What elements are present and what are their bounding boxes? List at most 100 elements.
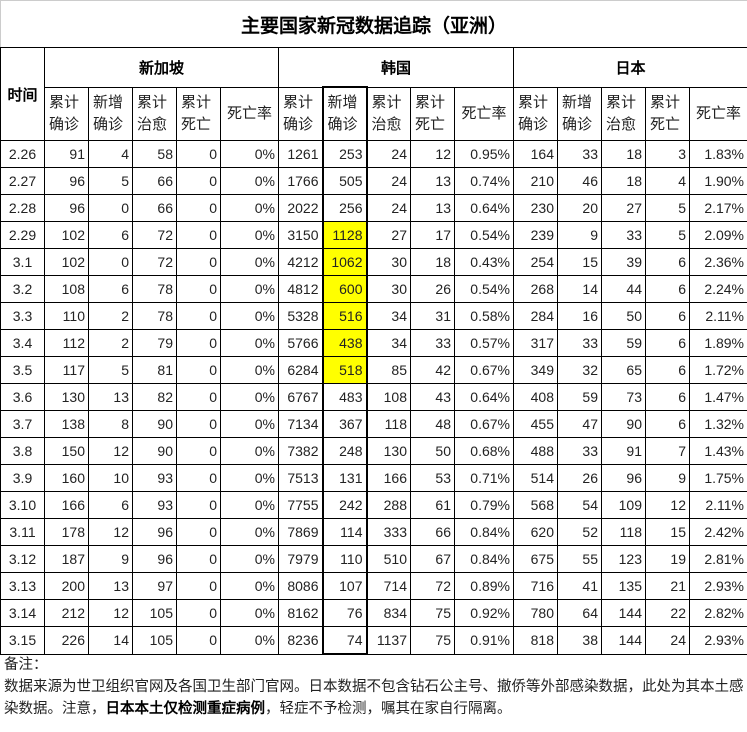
data-cell: 0 [176, 221, 221, 249]
data-cell: 150 [44, 437, 89, 465]
data-cell: 0% [220, 167, 279, 195]
data-cell: 8 [88, 410, 133, 438]
data-cell: 0 [176, 167, 221, 195]
data-cell: 0.71% [454, 464, 514, 492]
data-cell: 24 [366, 194, 411, 222]
data-cell: 18 [601, 140, 646, 168]
data-cell: 13 [410, 167, 455, 195]
data-cell: 33 [557, 437, 602, 465]
data-cell: 117 [44, 356, 89, 384]
data-cell: 47 [557, 410, 602, 438]
data-cell: 33 [557, 329, 602, 357]
table-row: 3.7 138 8 90 0 0% 7134 367 118 48 0.67% 455 47 90 6 1.3… [0, 410, 747, 438]
date-cell: 3.13 [0, 572, 45, 600]
data-cell: 4212 [278, 248, 323, 276]
data-cell: 75 [410, 626, 455, 655]
data-cell: 79 [132, 329, 177, 357]
data-cell: 6 [645, 248, 690, 276]
data-cell: 14 [88, 626, 133, 655]
data-cell: 818 [513, 626, 558, 655]
data-cell: 66 [410, 518, 455, 546]
data-cell: 5 [645, 221, 690, 249]
table-row: 3.10 166 6 93 0 0% 7755 242 288 61 0.79% 568 54 109 12… [0, 491, 747, 519]
table-row: 3.11 178 12 96 0 0% 7869 114 333 66 0.84% 620 52 118 1… [0, 518, 747, 546]
data-cell: 0% [220, 356, 279, 384]
data-cell: 15 [645, 518, 690, 546]
data-cell: 455 [513, 410, 558, 438]
data-cell: 0 [176, 626, 221, 655]
data-cell: 0.67% [454, 356, 514, 384]
data-cell: 4 [645, 167, 690, 195]
data-cell: 102 [44, 221, 89, 249]
data-cell: 230 [513, 194, 558, 222]
data-cell: 367 [321, 410, 368, 438]
data-cell: 0.84% [454, 545, 514, 573]
date-cell: 3.6 [0, 383, 45, 411]
data-cell: 2 [88, 329, 133, 357]
data-cell: 21 [645, 572, 690, 600]
data-cell: 144 [601, 626, 646, 655]
data-cell: 76 [321, 599, 368, 627]
data-cell: 0.74% [454, 167, 514, 195]
data-cell: 59 [601, 329, 646, 357]
data-cell: 96 [44, 194, 89, 222]
data-cell: 0.92% [454, 599, 514, 627]
data-cell: 1.83% [688, 140, 747, 168]
subheader-jp-1: 新增确诊 [557, 86, 602, 141]
data-cell: 488 [513, 437, 558, 465]
data-cell: 0 [176, 464, 221, 492]
subheader-kr-2: 累计治愈 [366, 86, 411, 141]
data-cell: 6 [645, 410, 690, 438]
table-row: 2.26 91 4 58 0 0% 1261 253 24 12 0.95% 164 33 18 3 1.83… [0, 140, 747, 168]
data-cell: 2.93% [688, 572, 747, 600]
data-cell: 66 [132, 167, 177, 195]
data-cell: 0 [176, 410, 221, 438]
data-cell: 1062 [321, 248, 368, 276]
data-cell: 0% [220, 437, 279, 465]
data-cell: 200 [44, 572, 89, 600]
data-cell: 2.24% [688, 275, 747, 303]
data-cell: 2022 [278, 194, 323, 222]
data-cell: 1128 [321, 221, 368, 249]
data-cell: 0% [220, 302, 279, 330]
data-cell: 90 [601, 410, 646, 438]
data-cell: 0% [220, 518, 279, 546]
date-cell: 3.2 [0, 275, 45, 303]
country-header-korea: 韩国 [278, 47, 514, 88]
data-cell: 253 [321, 140, 368, 168]
data-cell: 0.89% [454, 572, 514, 600]
data-cell: 268 [513, 275, 558, 303]
date-cell: 3.9 [0, 464, 45, 492]
data-cell: 26 [410, 275, 455, 303]
table-row: 3.1 102 0 72 0 0% 4212 1062 30 18 0.43% 254 15 39 6 2.3… [0, 248, 747, 276]
table-row: 3.6 130 13 82 0 0% 6767 483 108 43 0.64% 408 59 73 6 1.… [0, 383, 747, 411]
data-cell: 0.67% [454, 410, 514, 438]
data-cell: 24 [645, 626, 690, 655]
data-cell: 33 [601, 221, 646, 249]
data-cell: 7513 [278, 464, 323, 492]
data-cell: 1.72% [688, 356, 747, 384]
data-cell: 6 [88, 275, 133, 303]
date-cell: 3.1 [0, 248, 45, 276]
data-cell: 1.32% [688, 410, 747, 438]
table-row: 3.3 110 2 78 0 0% 5328 516 34 31 0.58% 284 16 50 6 2.11… [0, 302, 747, 330]
data-cell: 5328 [278, 302, 323, 330]
data-cell: 90 [132, 437, 177, 465]
date-cell: 2.29 [0, 221, 45, 249]
data-cell: 38 [557, 626, 602, 655]
data-cell: 30 [366, 275, 411, 303]
data-cell: 2.11% [688, 491, 747, 519]
data-cell: 74 [321, 626, 368, 655]
data-cell: 6284 [278, 356, 323, 384]
data-cell: 0% [220, 194, 279, 222]
data-cell: 9 [645, 464, 690, 492]
data-cell: 6 [88, 221, 133, 249]
data-cell: 0 [176, 329, 221, 357]
data-cell: 6767 [278, 383, 323, 411]
data-cell: 620 [513, 518, 558, 546]
data-cell: 438 [321, 329, 368, 357]
data-cell: 105 [132, 626, 177, 655]
data-cell: 0% [220, 410, 279, 438]
data-cell: 714 [366, 572, 411, 600]
data-cell: 6 [645, 356, 690, 384]
